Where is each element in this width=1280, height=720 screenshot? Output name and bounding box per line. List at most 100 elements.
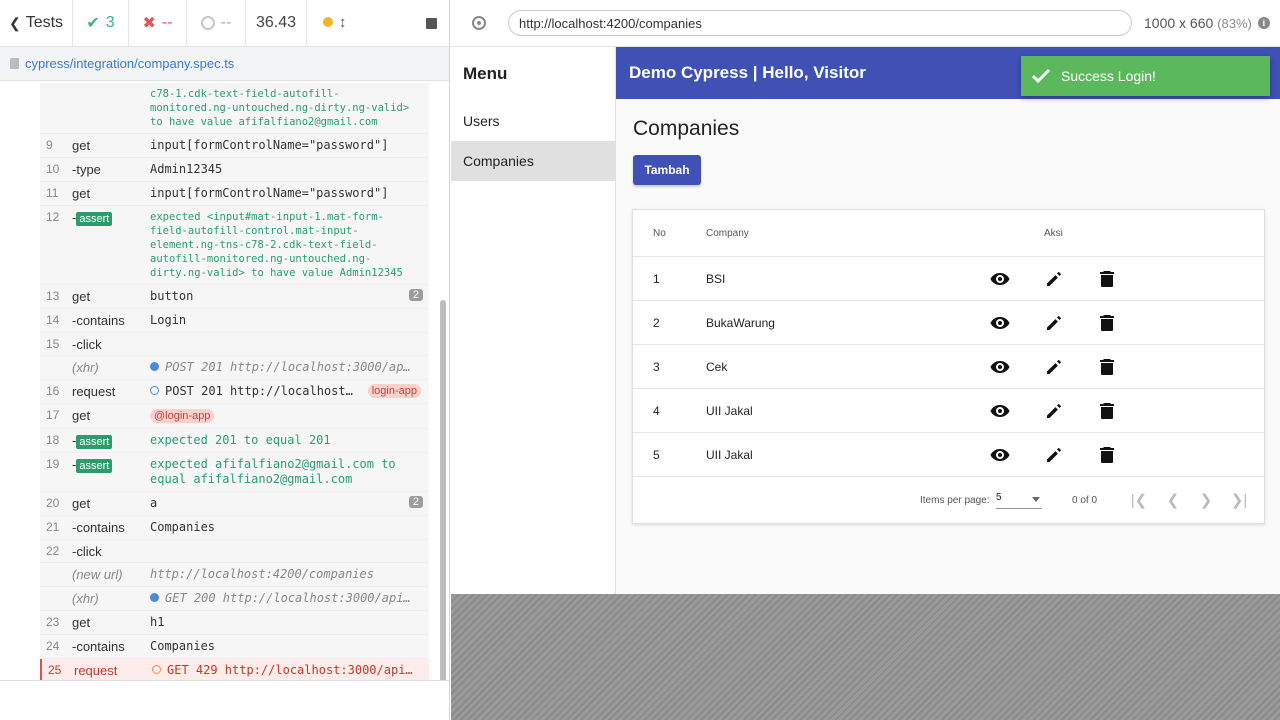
command-message-text: c78-1.cdk-text-field-autofill-monitored.… <box>150 88 410 128</box>
command-row[interactable]: c78-1.cdk-text-field-autofill-monitored.… <box>40 83 429 134</box>
command-row[interactable]: 13 get button 2 <box>40 285 429 309</box>
delete-icon[interactable] <box>1097 357 1117 377</box>
spec-path-link[interactable]: cypress/integration/company.spec.ts <box>25 56 234 71</box>
command-message-text: GET 429 http://localhost:3000/api… <box>167 663 413 677</box>
edit-icon[interactable] <box>1044 445 1064 465</box>
command-message: POST 201 http://localhost:3000/ap… <box>150 356 429 379</box>
cell-no: 3 <box>653 359 660 374</box>
command-number: 14 <box>46 313 60 327</box>
command-row[interactable]: 18 - assert expected 201 to equal 201 <box>40 429 429 453</box>
command-row[interactable]: 10 -type Admin12345 <box>40 158 429 182</box>
command-row[interactable]: 12 - assert expected <input#mat-input-1.mat… <box>40 206 429 285</box>
command-row[interactable]: 19 - assert expected afifalfiano2@gmail.com… <box>40 453 429 492</box>
view-icon[interactable] <box>990 445 1010 465</box>
command-name: -contains <box>72 520 125 535</box>
command-row[interactable]: 17 get @login-app <box>40 404 429 429</box>
command-message-text: input[formControlName="password"] <box>150 138 389 152</box>
auto-scroll-toggle[interactable]: ↕ <box>323 14 347 32</box>
page-size-select[interactable]: 5 <box>996 492 1042 509</box>
command-name: -type <box>72 162 101 177</box>
edit-icon[interactable] <box>1044 269 1064 289</box>
command-number: 22 <box>46 544 60 558</box>
command-log: c78-1.cdk-text-field-autofill-monitored.… <box>40 83 429 683</box>
table-body: 1 BSI 2 BukaWarung 3 Cek 4 UII Jakal 5 UII Jakal <box>633 257 1264 477</box>
reporter-scrollbar[interactable] <box>440 300 446 718</box>
edit-icon[interactable] <box>1044 357 1064 377</box>
cell-company: UII Jakal <box>706 447 753 462</box>
command-row[interactable]: 22 -click <box>40 540 429 563</box>
cell-company: Cek <box>706 359 728 374</box>
last-page-icon[interactable]: ❯| <box>1230 491 1248 509</box>
command-number: 11 <box>46 186 59 200</box>
command-message-text: input[formControlName="password"] <box>150 186 389 200</box>
command-row[interactable]: 11 get input[formControlName="password"] <box>40 182 429 206</box>
view-icon[interactable] <box>990 269 1010 289</box>
cell-no: 4 <box>653 403 660 418</box>
command-row[interactable]: 16 request POST 201 http://localhost… login… <box>40 380 429 404</box>
previous-page-icon[interactable]: ❮ <box>1164 491 1182 509</box>
command-name-text: request <box>74 663 118 678</box>
nav-item-users[interactable]: Users <box>451 101 615 141</box>
command-name: get <box>72 408 90 423</box>
table-header: No Company Aksi <box>633 210 1264 257</box>
command-message-text: expected 201 to equal 201 <box>150 433 331 447</box>
request-failed-dot-icon <box>152 665 161 674</box>
edit-icon[interactable] <box>1044 401 1064 421</box>
edit-icon[interactable] <box>1044 313 1064 333</box>
view-icon[interactable] <box>990 313 1010 333</box>
delete-icon[interactable] <box>1097 313 1117 333</box>
command-row[interactable]: 14 -contains Login <box>40 309 429 333</box>
next-page-icon[interactable]: ❯ <box>1197 491 1215 509</box>
command-message: h1 <box>150 611 429 634</box>
xhr-dot-icon <box>150 362 159 371</box>
pending-count: -- <box>187 0 246 46</box>
command-row[interactable]: 21 -contains Companies <box>40 516 429 540</box>
info-icon[interactable]: i <box>1257 17 1270 29</box>
command-message: http://localhost:4200/companies <box>150 563 429 586</box>
command-name: (xhr) <box>72 591 99 606</box>
tests-back-button[interactable]: ❮ Tests <box>0 0 73 46</box>
add-company-button[interactable]: Tambah <box>633 155 701 185</box>
url-bar[interactable]: http://localhost:4200/companies <box>508 10 1132 36</box>
header-company: Company <box>706 227 749 239</box>
command-row[interactable]: (xhr) GET 200 http://localhost:3000/api… <box>40 587 429 611</box>
command-message <box>150 540 429 548</box>
command-message: Login <box>150 309 429 332</box>
view-icon[interactable] <box>990 357 1010 377</box>
command-number: 13 <box>46 289 60 303</box>
command-name-text: -contains <box>72 639 125 654</box>
command-row[interactable]: 15 -click <box>40 333 429 356</box>
delete-icon[interactable] <box>1097 269 1117 289</box>
command-message-text: Login <box>150 313 187 327</box>
command-message-text: expected afifalfiano2@gmail.com to equal… <box>150 457 396 486</box>
command-row[interactable]: 24 -contains Companies <box>40 635 429 659</box>
cell-company: BSI <box>706 271 726 286</box>
view-icon[interactable] <box>990 401 1010 421</box>
command-name: (new url) <box>72 567 123 582</box>
command-row[interactable]: (new url) http://localhost:4200/companies <box>40 563 429 587</box>
command-message: input[formControlName="password"] <box>150 134 429 157</box>
command-row[interactable]: (xhr) POST 201 http://localhost:3000/ap… <box>40 356 429 380</box>
cell-no: 1 <box>653 271 660 286</box>
command-name-text: get <box>72 615 91 630</box>
assert-badge: assert <box>76 212 113 226</box>
delete-icon[interactable] <box>1097 445 1117 465</box>
command-number: 19 <box>46 457 60 471</box>
command-message-text: Companies <box>150 639 216 653</box>
selector-playground-icon[interactable] <box>472 16 486 30</box>
command-row[interactable]: 9 get input[formControlName="password"] <box>40 134 429 158</box>
command-row[interactable]: 23 get h1 <box>40 611 429 635</box>
companies-table: No Company Aksi 1 BSI 2 BukaWarung 3 Cek 4 UII … <box>632 209 1265 524</box>
command-row[interactable]: 20 get a 2 <box>40 492 429 516</box>
first-page-icon[interactable]: |❮ <box>1130 491 1148 509</box>
delete-icon[interactable] <box>1097 401 1117 421</box>
nav-item-companies[interactable]: Companies <box>451 141 615 181</box>
page-size-value: 5 <box>996 491 1002 503</box>
spec-path-bar: cypress/integration/company.spec.ts <box>0 47 449 81</box>
command-number: 25 <box>48 663 62 677</box>
alias-badge: @login-app <box>150 409 215 423</box>
command-number: 20 <box>46 496 60 510</box>
command-message-text: GET 200 http://localhost:3000/api… <box>165 591 411 605</box>
command-name-text: -click <box>72 337 102 352</box>
stop-icon[interactable] <box>426 17 437 29</box>
